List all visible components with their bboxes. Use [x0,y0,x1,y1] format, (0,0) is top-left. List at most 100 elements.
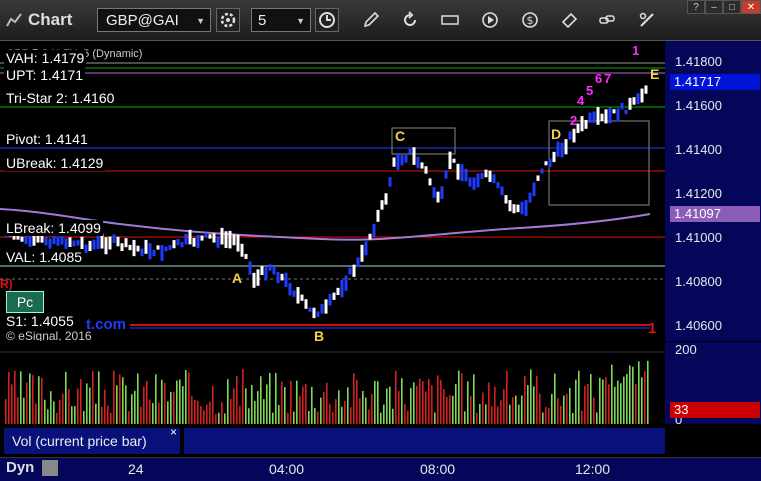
price-bar [228,230,232,249]
volume-bar [299,395,301,424]
volume-bar [437,375,439,424]
price-bar [540,168,544,174]
minimize-button[interactable]: – [705,0,723,14]
price-bar [56,236,60,246]
price-tick: 1.40800 [675,274,722,289]
volume-bar [626,373,628,424]
help-button[interactable]: ? [687,0,705,14]
price-bar [196,235,200,249]
volume-bar [419,378,421,424]
volume-bar [254,401,256,424]
close-button[interactable]: ✕ [741,0,761,14]
volume-bar [101,406,103,424]
volume-bar [92,371,94,424]
volume-bar [122,377,124,424]
volume-bar [524,375,526,424]
maximize-icon: □ [728,2,736,13]
price-chart[interactable]: A B C D E 2 4 5 6 7 1 1 R) t.com GBP@GAI… [0,41,665,341]
pencil-icon[interactable] [362,11,380,29]
price-bar [200,235,204,241]
price-bar [252,272,256,288]
volume-bar [515,395,517,424]
link-chain-icon[interactable] [638,11,656,29]
volume-bar [302,386,304,424]
volume-bar [458,370,460,424]
tag-icon[interactable] [441,11,459,29]
maximize-button[interactable]: □ [723,0,741,14]
clock-button[interactable] [315,8,339,32]
price-bar [164,246,168,252]
volume-bar [386,388,388,424]
level-label-lbreak: LBreak: 1.4099 [4,220,103,236]
link-icon[interactable] [598,11,616,29]
volume-bar [536,375,538,424]
price-bar [532,182,536,197]
volume-bar [590,374,592,424]
price-bar [236,234,240,252]
candlesticks [4,85,648,319]
volume-bar [506,370,508,424]
link-icon[interactable] [42,460,58,476]
volume-bar [14,370,16,424]
price-bar [84,244,88,253]
volume-bar [455,383,457,424]
volume-bar [440,379,442,424]
indicator-tag[interactable]: Pc [6,291,44,313]
volume-bar [230,398,232,424]
volume-bar [329,403,331,424]
price-bar [356,257,360,267]
volume-bar [251,384,253,424]
price-bar [360,244,364,262]
volume-bar [584,385,586,424]
symbol-value: GBP@GAI [106,12,179,29]
volume-bar [647,360,649,424]
clock-icon [319,12,335,28]
volume-bar [356,379,358,424]
symbol-input[interactable]: GBP@GAI ▼ [97,8,211,32]
volume-bar [227,379,229,424]
volume-bar [629,365,631,424]
volume-bar [383,404,385,424]
price-bar [600,113,604,122]
volume-bar [509,404,511,424]
play-icon[interactable] [481,11,499,29]
settings-button[interactable] [216,8,240,32]
refresh-icon[interactable] [401,11,419,29]
time-tick: 24 [128,461,144,477]
price-bar [456,163,460,180]
price-tick: 1.41400 [675,142,722,157]
wave-label-c: C [395,128,405,144]
close-icon[interactable]: × [170,425,177,439]
volume-strip [184,428,665,454]
volume-bar [476,412,478,424]
toolbar: Chart GBP@GAI ▼ 5 ▼ $ ? – □ ✕ [0,0,761,41]
price-bar [388,177,392,187]
price-bar [72,240,76,247]
volume-bar [614,386,616,424]
interval-input[interactable]: 5 ▼ [251,8,311,32]
chevron-down-icon: ▼ [196,16,205,26]
price-bar [524,199,528,217]
volume-study-tab[interactable]: Vol (current price bar) [4,428,180,454]
volume-bar [164,382,166,424]
volume-bar [98,371,100,424]
volume-bar [134,390,136,424]
volume-bar [209,401,211,424]
price-bar [464,168,468,182]
price-bar [428,178,432,186]
volume-bar [71,406,73,424]
volume-bar [494,386,496,424]
price-bar [420,162,424,169]
dollar-icon[interactable]: $ [521,11,539,29]
eraser-icon[interactable] [561,11,579,29]
volume-pane[interactable] [0,342,665,424]
price-bar [300,294,304,301]
time-axis[interactable]: Dyn 24 04:00 08:00 12:00 [0,457,761,481]
volume-bar [269,372,271,424]
volume-bar [284,387,286,424]
volume-bar [605,377,607,424]
price-tick: 1.40600 [675,318,722,333]
price-bar [448,151,452,170]
price-bar [320,304,324,314]
volume-bar [161,379,163,424]
